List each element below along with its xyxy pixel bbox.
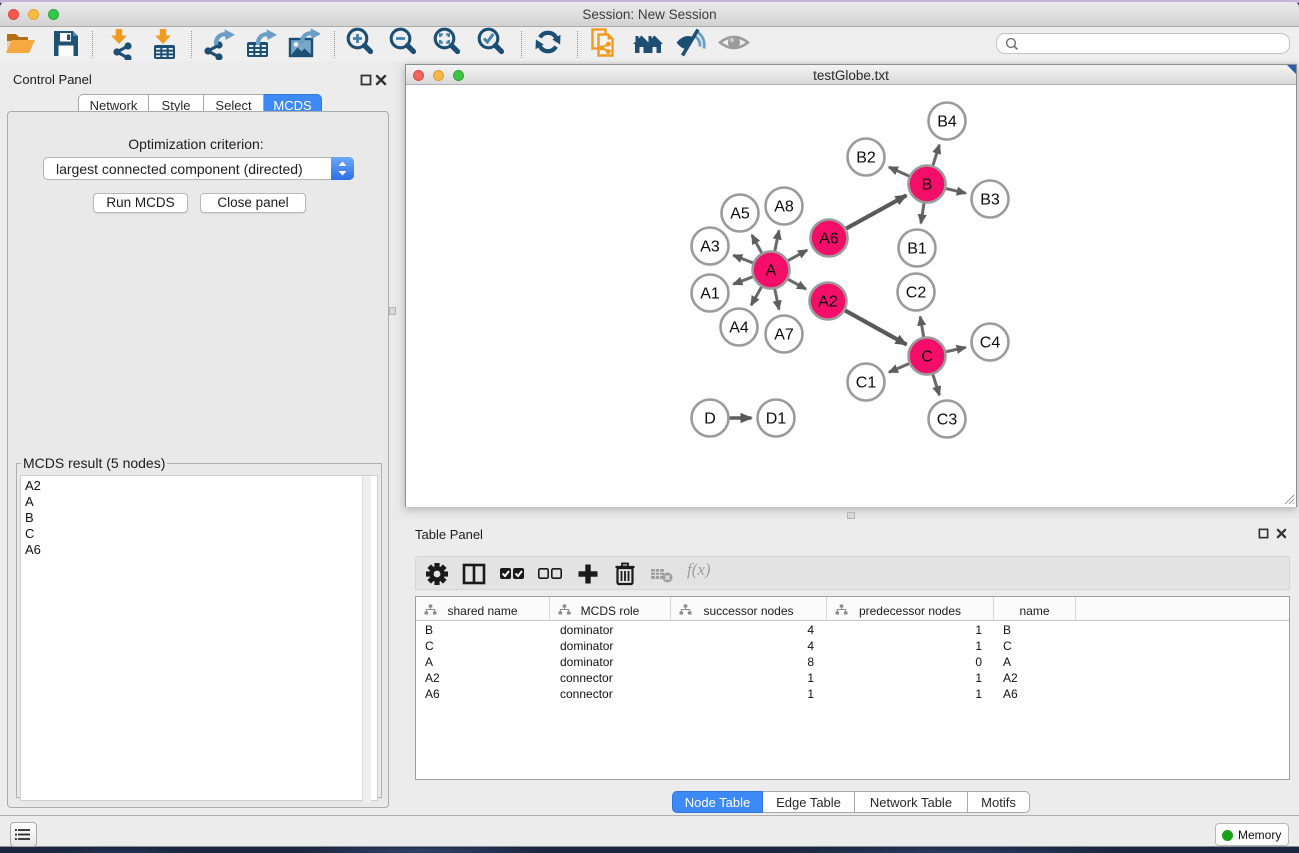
svg-text:C2: C2 (906, 285, 927, 302)
svg-text:A3: A3 (700, 239, 720, 256)
svg-text:C: C (921, 349, 933, 366)
svg-text:D1: D1 (766, 411, 787, 428)
svg-text:A4: A4 (729, 320, 749, 337)
svg-text:A5: A5 (730, 206, 750, 223)
svg-text:B3: B3 (980, 192, 1000, 209)
svg-text:A2: A2 (818, 294, 838, 311)
svg-text:C1: C1 (856, 375, 877, 392)
svg-text:D: D (704, 411, 716, 428)
svg-text:C3: C3 (937, 412, 958, 429)
svg-text:A: A (766, 263, 777, 280)
svg-text:B4: B4 (937, 114, 957, 131)
svg-text:B1: B1 (907, 241, 927, 258)
svg-text:B: B (922, 177, 933, 194)
svg-text:A1: A1 (700, 286, 720, 303)
svg-text:C4: C4 (980, 335, 1001, 352)
svg-text:A8: A8 (774, 199, 794, 216)
svg-text:A7: A7 (774, 327, 794, 344)
svg-text:A6: A6 (819, 231, 839, 248)
svg-text:B2: B2 (856, 150, 876, 167)
